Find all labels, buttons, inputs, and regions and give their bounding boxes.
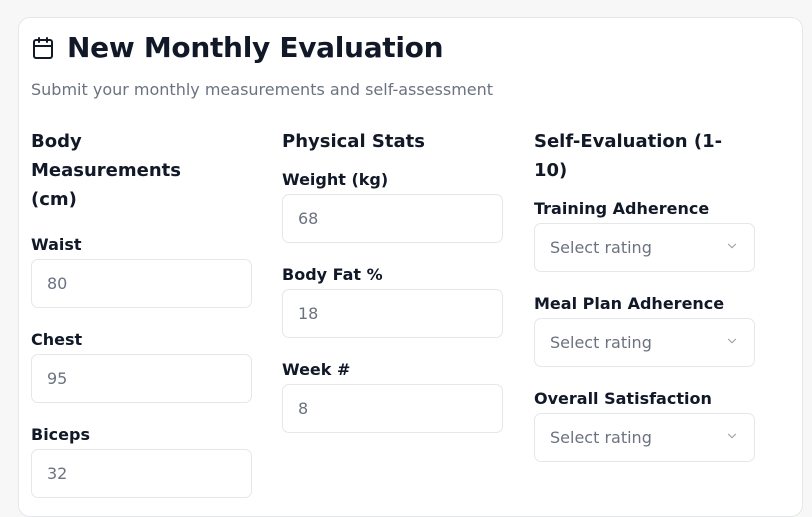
training-adherence-placeholder: Select rating	[550, 238, 652, 257]
weight-label: Weight (kg)	[282, 170, 389, 189]
training-adherence-field-group: Training Adherence Select rating	[534, 199, 755, 272]
chevron-down-icon	[725, 333, 739, 352]
section-heading: Body Measurements (cm)	[31, 131, 181, 210]
chest-input[interactable]: 95	[31, 354, 252, 403]
weight-placeholder: 68	[298, 209, 319, 228]
week-label: Week #	[282, 360, 351, 379]
training-adherence-select[interactable]: Select rating	[534, 223, 755, 272]
overall-satisfaction-select[interactable]: Select rating	[534, 413, 755, 462]
weight-field-group: Weight (kg) 68	[282, 170, 503, 243]
training-adherence-label: Training Adherence	[534, 199, 710, 218]
body-fat-placeholder: 18	[298, 304, 319, 323]
week-field-group: Week # 8	[282, 360, 503, 433]
meal-plan-adherence-select[interactable]: Select rating	[534, 318, 755, 367]
biceps-placeholder: 32	[47, 464, 68, 483]
physical-stats-section: Physical Stats Weight (kg) 68 Body Fat %…	[282, 127, 503, 433]
body-fat-field-group: Body Fat % 18	[282, 265, 503, 338]
card-header: New Monthly Evaluation Submit your month…	[31, 30, 731, 100]
calendar-icon	[31, 36, 55, 60]
body-fat-input[interactable]: 18	[282, 289, 503, 338]
waist-input[interactable]: 80	[31, 259, 252, 308]
meal-plan-adherence-placeholder: Select rating	[550, 333, 652, 352]
waist-label: Waist	[31, 235, 82, 254]
waist-placeholder: 80	[47, 274, 68, 293]
weight-input[interactable]: 68	[282, 194, 503, 243]
body-measurements-section: Body Measurements (cm) Waist 80 Chest 95…	[31, 127, 252, 498]
biceps-input[interactable]: 32	[31, 449, 252, 498]
page-subtitle: Submit your monthly measurements and sel…	[31, 80, 494, 99]
chest-placeholder: 95	[47, 369, 68, 388]
chest-label: Chest	[31, 330, 83, 349]
section-heading: Self-Evaluation (1-10)	[534, 131, 723, 181]
overall-satisfaction-field-group: Overall Satisfaction Select rating	[534, 389, 755, 462]
title-row: New Monthly Evaluation	[31, 30, 731, 66]
chevron-down-icon	[725, 238, 739, 257]
chest-field-group: Chest 95	[31, 330, 252, 403]
self-evaluation-section: Self-Evaluation (1-10) Training Adherenc…	[534, 127, 755, 462]
week-placeholder: 8	[298, 399, 309, 418]
biceps-label: Biceps	[31, 425, 90, 444]
overall-satisfaction-label: Overall Satisfaction	[534, 389, 712, 408]
waist-field-group: Waist 80	[31, 235, 252, 308]
page-title: New Monthly Evaluation	[67, 31, 444, 64]
section-heading: Physical Stats	[282, 131, 425, 152]
meal-plan-adherence-field-group: Meal Plan Adherence Select rating	[534, 294, 755, 367]
meal-plan-adherence-label: Meal Plan Adherence	[534, 294, 725, 313]
chevron-down-icon	[725, 428, 739, 447]
biceps-field-group: Biceps 32	[31, 425, 252, 498]
overall-satisfaction-placeholder: Select rating	[550, 428, 652, 447]
body-fat-label: Body Fat %	[282, 265, 383, 284]
week-input[interactable]: 8	[282, 384, 503, 433]
